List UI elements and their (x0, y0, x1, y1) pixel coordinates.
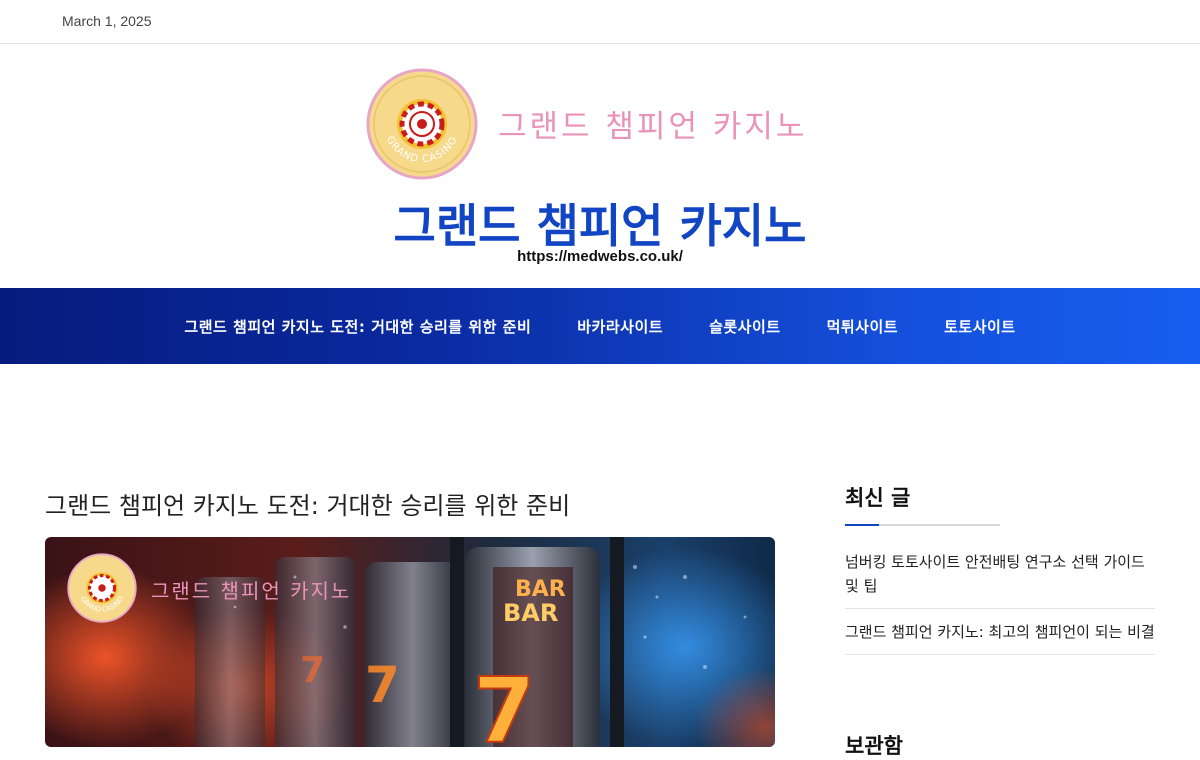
post-title[interactable]: 그랜드 챔피언 카지노 도전: 거대한 승리를 위한 준비 (45, 486, 570, 521)
post-featured-image[interactable]: BAR BAR 7 7 7 GRAND CASINO 그랜드 챔피언 카지노 (45, 537, 775, 747)
casino-chip-icon: GRAND CASINO (67, 553, 137, 623)
hero-script-text: 그랜드 챔피언 카지노 (151, 579, 352, 603)
hero-logo: GRAND CASINO (67, 553, 137, 623)
recent-post-item[interactable]: 넘버킹 토토사이트 안전배팅 연구소 선택 가이드 및 팁 (845, 550, 1155, 609)
reel-seven-medium: 7 (365, 656, 400, 714)
site-logo[interactable]: GRAND CASINO (366, 68, 478, 180)
nav-item-challenge-post[interactable]: 그랜드 챔피언 카지노 도전: 거대한 승리를 위한 준비 (184, 316, 531, 337)
slot-machine-image: BAR BAR 7 7 7 (45, 537, 775, 747)
site-tagline: https://medwebs.co.uk/ (517, 248, 683, 265)
main-navigation: 그랜드 챔피언 카지노 도전: 거대한 승리를 위한 준비 바카라사이트 슬롯사… (0, 288, 1200, 364)
top-bar: March 1, 2025 (0, 0, 1200, 44)
casino-chip-logo-icon: GRAND CASINO (366, 68, 478, 180)
heading-underline (845, 524, 1000, 526)
current-date: March 1, 2025 (62, 13, 152, 29)
reel-bar-label-2: BAR (503, 599, 558, 627)
reel-seven-large: 7 (473, 659, 536, 747)
archives-heading: 보관함 (845, 734, 903, 758)
nav-item-scam-verification[interactable]: 먹튀사이트 (827, 316, 899, 337)
reel-seven-small: 7 (300, 650, 325, 691)
recent-posts-heading: 최신 글 (845, 486, 911, 510)
nav-item-toto[interactable]: 토토사이트 (944, 316, 1016, 337)
sidebar: 최신 글 넘버킹 토토사이트 안전배팅 연구소 선택 가이드 및 팁 그랜드 챔… (845, 482, 1155, 758)
recent-post-item[interactable]: 그랜드 챔피언 카지노: 최고의 챔피언이 되는 비결 (845, 620, 1155, 655)
nav-item-slot[interactable]: 슬롯사이트 (709, 316, 781, 337)
recent-posts-list: 넘버킹 토토사이트 안전배팅 연구소 선택 가이드 및 팁 그랜드 챔피언 카지… (845, 550, 1155, 655)
logo-script-text: 그랜드 챔피언 카지노 (498, 109, 808, 145)
site-title[interactable]: 그랜드 챔피언 카지노 (0, 190, 1200, 256)
nav-item-baccarat[interactable]: 바카라사이트 (577, 316, 663, 337)
